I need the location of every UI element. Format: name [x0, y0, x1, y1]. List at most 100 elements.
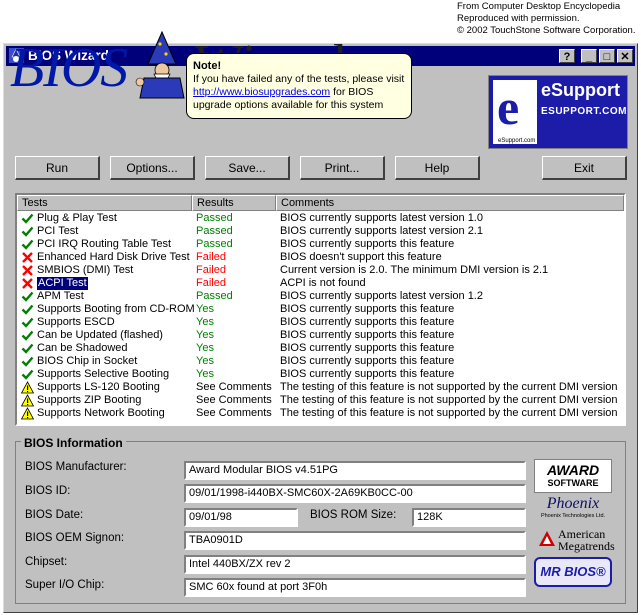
check-icon: [21, 342, 34, 355]
credit-text: From Computer Desktop Encyclopedia Repro…: [457, 1, 637, 37]
esupport-small-text: eSupport.com: [498, 138, 536, 144]
options-button[interactable]: Options...: [110, 156, 195, 180]
row-test-name: Supports LS-120 Booting: [37, 381, 160, 393]
award-badge-title: AWARD: [546, 462, 600, 478]
phoenix-badge[interactable]: Phoenix Phoenix Technologies Ltd.: [534, 495, 612, 523]
row-result: Failed: [196, 251, 226, 263]
bios-id-label: BIOS ID:: [25, 485, 71, 497]
table-row[interactable]: APM Test Passed BIOS currently supports la…: [17, 290, 624, 303]
esupport-banner[interactable]: e eSupport.com eSupport ESUPPORT.COM: [488, 75, 628, 149]
credit-line-2: Reproduced with permission.: [457, 13, 580, 24]
row-result: Yes: [196, 355, 214, 367]
run-button[interactable]: Run: [15, 156, 100, 180]
cross-icon: [21, 264, 34, 277]
check-icon: [21, 316, 34, 329]
check-icon: [21, 303, 34, 316]
row-result: See Comments: [196, 381, 272, 393]
column-header-tests[interactable]: Tests: [17, 195, 192, 211]
check-icon: [21, 329, 34, 342]
row-test-name: Supports ESCD: [37, 316, 115, 328]
ami-badge-line-2: Megatrends: [558, 539, 615, 553]
row-comment: Current version is 2.0. The minimum DMI …: [280, 264, 549, 276]
warning-icon: [20, 407, 35, 420]
row-test-name: PCI IRQ Routing Table Test: [37, 238, 172, 250]
table-row[interactable]: Plug & Play Test Passed BIOS currently sup…: [17, 212, 624, 225]
row-result: Yes: [196, 342, 214, 354]
column-header-comments[interactable]: Comments: [276, 195, 624, 211]
oem-signon-label: BIOS OEM Signon:: [25, 532, 125, 544]
bios-date-field[interactable]: 09/01/98: [184, 508, 298, 527]
svg-text:e: e: [497, 80, 519, 135]
table-row[interactable]: Can be Updated (flashed) Yes BIOS currentl…: [17, 329, 624, 342]
close-button[interactable]: ✕: [617, 49, 633, 63]
rom-size-field[interactable]: 128K: [412, 508, 526, 527]
table-row[interactable]: BIOS Chip in Socket Yes BIOS currently sup…: [17, 355, 624, 368]
row-comment: The testing of this feature is not suppo…: [280, 381, 618, 393]
credit-line-3: © 2002 TouchStone Software Corporation.: [457, 25, 636, 36]
table-row[interactable]: Supports LS-120 Booting See Comments The t…: [17, 381, 624, 394]
oem-signon-field[interactable]: TBA0901D: [184, 531, 526, 550]
minimize-button[interactable]: _: [581, 49, 597, 63]
test-results-list[interactable]: Tests Results Comments Plug & Play Test P…: [15, 193, 626, 426]
row-result: See Comments: [196, 394, 272, 406]
column-header-results[interactable]: Results: [192, 195, 276, 211]
row-test-name: Can be Updated (flashed): [37, 329, 163, 341]
row-test-name: SMBIOS (DMI) Test: [37, 264, 134, 276]
table-row[interactable]: Can be Shadowed Yes BIOS currently support…: [17, 342, 624, 355]
tooltip-line-2-rest: for BIOS: [330, 86, 374, 98]
row-test-name: BIOS Chip in Socket: [37, 355, 138, 367]
table-row[interactable]: ACPI Test Failed ACPI is not found: [17, 277, 624, 290]
cross-icon: [21, 251, 34, 264]
super-io-label: Super I/O Chip:: [25, 579, 105, 591]
award-software-badge[interactable]: AWARD SOFTWARE: [534, 459, 612, 493]
check-icon: [21, 238, 34, 251]
american-megatrends-badge[interactable]: American Megatrends: [534, 526, 615, 553]
table-row[interactable]: Supports Selective Booting Yes BIOS curren…: [17, 368, 624, 381]
row-comment: BIOS currently supports this feature: [280, 303, 455, 315]
row-result: Passed: [196, 225, 233, 237]
help-button[interactable]: Help: [395, 156, 480, 180]
award-badge-sub: SOFTWARE: [547, 478, 599, 488]
manufacturer-field[interactable]: Award Modular BIOS v4.51PG: [184, 461, 526, 480]
row-comment: BIOS currently supports latest version 2…: [280, 225, 483, 237]
check-icon: [21, 290, 34, 303]
check-icon: [21, 355, 34, 368]
table-row[interactable]: Supports ESCD Yes BIOS currently supports …: [17, 316, 624, 329]
row-result: Yes: [196, 368, 214, 380]
print-button[interactable]: Print...: [300, 156, 385, 180]
wizard-mascot-icon: [135, 30, 185, 99]
table-row[interactable]: Enhanced Hard Disk Drive Test Failed BIOS …: [17, 251, 624, 264]
cross-icon: [21, 277, 34, 290]
row-comment: BIOS currently supports this feature: [280, 316, 455, 328]
table-row[interactable]: SMBIOS (DMI) Test Failed Current version i…: [17, 264, 624, 277]
table-row[interactable]: Supports Network Booting See Comments The …: [17, 407, 624, 420]
table-row[interactable]: PCI IRQ Routing Table Test Passed BIOS cur…: [17, 238, 624, 251]
biosupgrades-link[interactable]: http://www.biosupgrades.com: [193, 86, 330, 98]
help-title-button[interactable]: ?: [559, 49, 575, 63]
super-io-field[interactable]: SMC 60x found at port 3F0h: [184, 578, 526, 597]
tooltip-note-title: Note!: [193, 60, 222, 72]
mr-bios-badge-title: MR BIOS®: [540, 564, 606, 579]
row-test-name: Can be Shadowed: [37, 342, 128, 354]
row-comment: BIOS currently supports this feature: [280, 238, 455, 250]
mr-bios-badge[interactable]: MR BIOS®: [534, 557, 612, 587]
exit-button[interactable]: Exit: [542, 156, 627, 180]
table-row[interactable]: Supports Booting from CD-ROM Yes BIOS curr…: [17, 303, 624, 316]
row-result: Yes: [196, 316, 214, 328]
bios-id-field[interactable]: 09/01/1998-i440BX-SMC60X-2A69KB0CC-00: [184, 484, 526, 503]
save-button[interactable]: Save...: [205, 156, 290, 180]
row-test-name: ACPI Test: [37, 277, 88, 290]
row-result: Failed: [196, 277, 226, 289]
tooltip-line-2: http://www.biosupgrades.com for BIOS: [193, 86, 405, 99]
phoenix-badge-sub: Phoenix Technologies Ltd.: [540, 513, 606, 519]
row-result: Yes: [196, 303, 214, 315]
row-result: Passed: [196, 212, 233, 224]
maximize-button[interactable]: □: [599, 49, 615, 63]
table-row[interactable]: PCI Test Passed BIOS currently supports la…: [17, 225, 624, 238]
upgrade-note-tooltip: Note! If you have failed any of the test…: [186, 53, 412, 119]
check-icon: [21, 212, 34, 225]
table-row[interactable]: Supports ZIP Booting See Comments The test…: [17, 394, 624, 407]
chipset-field[interactable]: Intel 440BX/ZX rev 2: [184, 555, 526, 574]
row-comment: BIOS currently supports this feature: [280, 342, 455, 354]
check-icon: [21, 225, 34, 238]
